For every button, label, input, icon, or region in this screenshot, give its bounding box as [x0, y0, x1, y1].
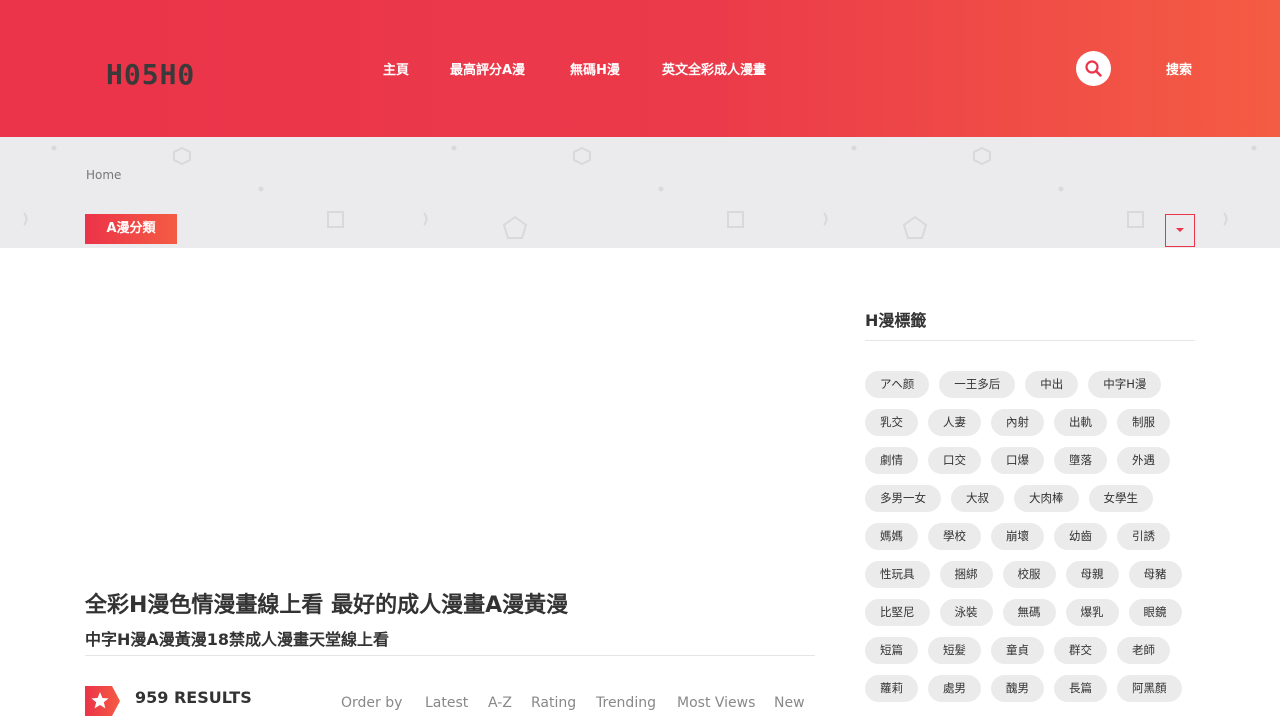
- tag-link[interactable]: 比堅尼: [865, 599, 930, 626]
- results-count: 959 RESULTS: [135, 688, 252, 707]
- tag-link[interactable]: アヘ颜: [865, 371, 930, 398]
- search-label[interactable]: 搜索: [1166, 59, 1192, 78]
- tag-row: アヘ颜 一王多后 中出 中字H漫: [865, 371, 1162, 398]
- tag-link[interactable]: 幼齒: [1054, 523, 1107, 550]
- order-trending[interactable]: Trending: [596, 695, 656, 711]
- order-latest[interactable]: Latest: [425, 695, 468, 711]
- tag-link[interactable]: 蘿莉: [865, 675, 918, 702]
- sidebar-title: H漫標籤: [865, 311, 927, 330]
- page-title: 全彩H漫色情漫畫線上看 最好的成人漫畫A漫黃漫: [85, 593, 569, 618]
- tag-row: 性玩具 捆綁 校服 母親 母豬: [865, 561, 1182, 588]
- tag-link[interactable]: 中出: [1025, 371, 1079, 398]
- nav-item-top-rated[interactable]: 最高評分A漫: [450, 59, 525, 78]
- nav-item-english-color[interactable]: 英文全彩成人漫畫: [662, 59, 766, 78]
- tag-link[interactable]: 一王多后: [939, 371, 1016, 398]
- tag-row: 蘿莉 處男 醜男 長篇 阿黑顏: [865, 675, 1182, 702]
- tag-link[interactable]: 群交: [1054, 637, 1107, 664]
- tag-row: 多男一女 大叔 大肉棒 女學生: [865, 485, 1153, 512]
- site-logo[interactable]: H05H0: [106, 58, 195, 91]
- tag-link[interactable]: 泳裝: [939, 599, 993, 626]
- caret-down-icon: [1176, 228, 1184, 232]
- tag-row: 劇情 口交 口爆 墮落 外遇: [865, 447, 1170, 474]
- tag-link[interactable]: 中字H漫: [1088, 371, 1162, 398]
- tag-link[interactable]: 引誘: [1117, 523, 1170, 550]
- tag-link[interactable]: 乳交: [865, 409, 918, 436]
- search-icon: [1085, 60, 1102, 77]
- tag-link[interactable]: 母親: [1065, 561, 1119, 588]
- tag-link[interactable]: 處男: [928, 675, 981, 702]
- genre-dropdown-toggle[interactable]: [1165, 214, 1195, 247]
- sidebar-divider: [865, 340, 1195, 341]
- site-header: H05H0 主頁 最高評分A漫 無碼H漫 英文全彩成人漫畫 搜索: [0, 0, 1280, 137]
- tag-link[interactable]: 童貞: [991, 637, 1044, 664]
- tag-link[interactable]: 短髮: [928, 637, 981, 664]
- order-rating[interactable]: Rating: [531, 695, 576, 711]
- genre-button[interactable]: A漫分類: [85, 214, 177, 244]
- tag-link[interactable]: 眼鏡: [1128, 599, 1182, 626]
- tag-link[interactable]: 校服: [1002, 561, 1056, 588]
- tag-link[interactable]: 阿黑顏: [1117, 675, 1182, 702]
- tag-link[interactable]: 老師: [1117, 637, 1170, 664]
- tag-link[interactable]: 母豬: [1128, 561, 1182, 588]
- page-banner: [0, 137, 1280, 248]
- tag-link[interactable]: 學校: [928, 523, 981, 550]
- tag-link[interactable]: 女學生: [1088, 485, 1153, 512]
- tag-link[interactable]: 劇情: [865, 447, 918, 474]
- banner-decoration: [23, 145, 1257, 239]
- tag-link[interactable]: 醜男: [991, 675, 1044, 702]
- tag-row: 乳交 人妻 內射 出軌 制服: [865, 409, 1170, 436]
- tag-link[interactable]: 大叔: [951, 485, 1004, 512]
- tag-link[interactable]: 口爆: [991, 447, 1044, 474]
- tag-link[interactable]: 崩壞: [991, 523, 1044, 550]
- order-most-views[interactable]: Most Views: [677, 695, 755, 711]
- tag-link[interactable]: 內射: [991, 409, 1044, 436]
- tag-row: 比堅尼 泳裝 無碼 爆乳 眼鏡: [865, 599, 1182, 626]
- order-new[interactable]: New: [774, 695, 805, 711]
- tag-link[interactable]: 口交: [928, 447, 981, 474]
- tag-link[interactable]: 外遇: [1117, 447, 1170, 474]
- tag-link[interactable]: 制服: [1117, 409, 1170, 436]
- page-subtitle: 中字H漫A漫黃漫18禁成人漫畫天堂線上看: [85, 630, 390, 649]
- tag-link[interactable]: 性玩具: [865, 561, 930, 588]
- tag-row: 媽媽 學校 崩壞 幼齒 引誘: [865, 523, 1170, 550]
- star-badge-icon: [85, 686, 120, 716]
- breadcrumb[interactable]: Home: [86, 168, 121, 182]
- tag-link[interactable]: 無碼: [1002, 599, 1056, 626]
- order-by-label: Order by: [341, 695, 403, 711]
- order-a-z[interactable]: A-Z: [488, 695, 512, 711]
- search-button[interactable]: [1076, 51, 1111, 86]
- tag-row: 短篇 短髮 童貞 群交 老師: [865, 637, 1170, 664]
- tag-link[interactable]: 長篇: [1054, 675, 1107, 702]
- tag-link[interactable]: 人妻: [928, 409, 981, 436]
- tag-link[interactable]: 捆綁: [939, 561, 993, 588]
- tag-link[interactable]: 爆乳: [1065, 599, 1119, 626]
- tag-link[interactable]: 短篇: [865, 637, 918, 664]
- nav-item-home[interactable]: 主頁: [383, 59, 409, 78]
- nav-item-uncensored[interactable]: 無碼H漫: [570, 59, 620, 78]
- tag-link[interactable]: 出軌: [1054, 409, 1107, 436]
- content-divider: [85, 655, 815, 656]
- tag-link[interactable]: 媽媽: [865, 523, 918, 550]
- tag-link[interactable]: 大肉棒: [1014, 485, 1079, 512]
- tag-link[interactable]: 多男一女: [865, 485, 941, 512]
- tag-link[interactable]: 墮落: [1054, 447, 1107, 474]
